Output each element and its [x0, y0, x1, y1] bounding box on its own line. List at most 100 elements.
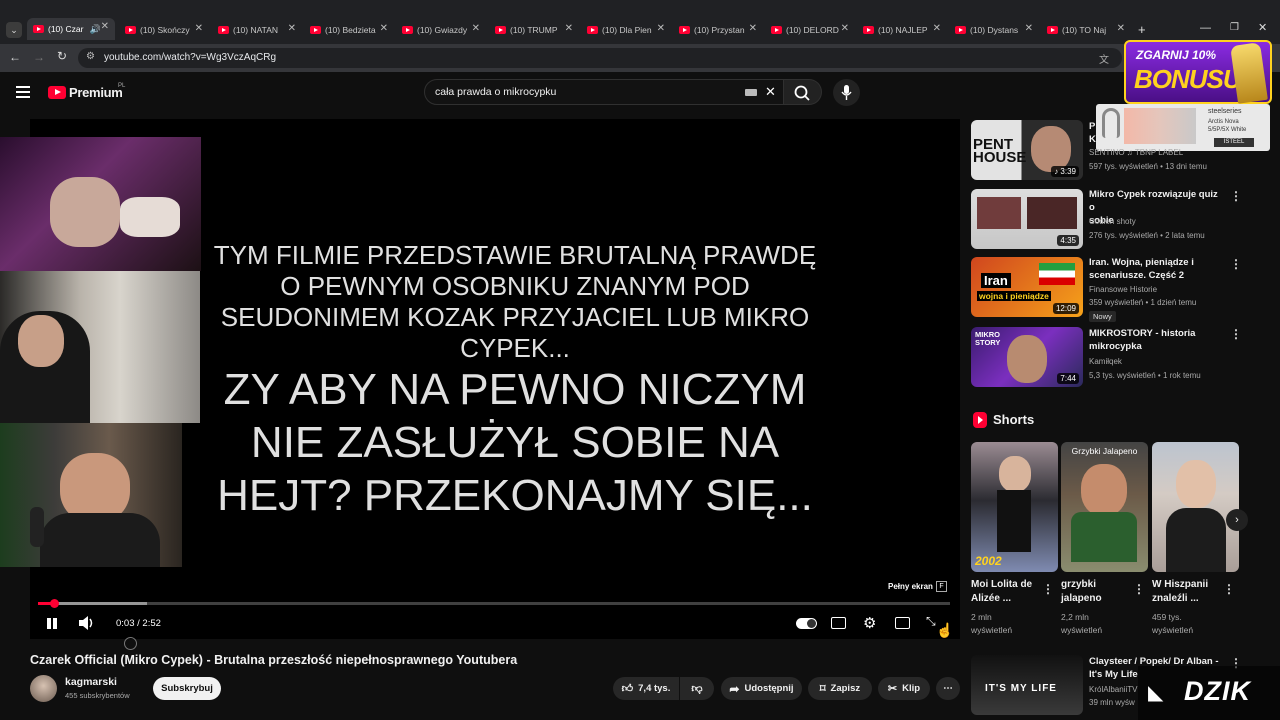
tab-close-icon[interactable]: ✕ — [288, 23, 296, 34]
tab[interactable]: (10) Dla Pien ✕ — [587, 20, 665, 40]
reload-icon[interactable]: ↻ — [57, 49, 67, 63]
channel-name[interactable]: Codien shoty — [1089, 217, 1136, 226]
video-thumbnail[interactable]: Iran wojna i pieniądze 12:09 — [971, 257, 1083, 317]
tab-close-icon[interactable]: ✕ — [841, 23, 849, 34]
search-icon — [794, 85, 810, 101]
like-button[interactable]: 👍︎ 7,4 tys. — [613, 677, 679, 700]
more-options-icon[interactable]: ⋮ — [1230, 327, 1242, 341]
share-icon: ➦ — [729, 681, 740, 696]
clear-search-icon[interactable]: ✕ — [765, 84, 776, 100]
short-title[interactable]: Moi Lolita de Alizée ... — [971, 578, 1032, 606]
pause-button[interactable] — [46, 617, 58, 630]
more-options-icon[interactable]: ⋮ — [1133, 582, 1145, 596]
tab[interactable]: (10) Przystan ✕ — [679, 20, 757, 40]
watermark-text: DZIK — [1184, 676, 1251, 706]
dislike-button[interactable]: 👎︎ — [680, 677, 714, 700]
person-icon — [999, 456, 1031, 492]
tab-close-icon[interactable]: ✕ — [195, 23, 203, 34]
tab[interactable]: (10) TO Naj ✕ — [1047, 20, 1125, 40]
volume-icon[interactable] — [78, 615, 96, 631]
tab[interactable]: (10) Dystans ✕ — [955, 20, 1033, 40]
tab[interactable]: (10) NAJLEP ✕ — [863, 20, 941, 40]
more-options-icon[interactable]: ⋮ — [1230, 257, 1242, 271]
voice-search-button[interactable] — [833, 79, 860, 106]
clip-button[interactable]: ✂ Klip — [878, 677, 930, 700]
video-title[interactable]: Iran. Wojna, pieniądze i scenariusze. Czę… — [1089, 256, 1221, 282]
video-title-truncated[interactable]: PK — [1089, 120, 1221, 146]
translate-icon[interactable]: 文 — [1099, 51, 1109, 66]
webcam-feed-1 — [0, 137, 201, 271]
tab-active[interactable]: (10) Czar 🔊 ✕ — [27, 18, 115, 40]
channel-name[interactable]: KrólAlbaniiTV — [1089, 685, 1137, 694]
subtitles-icon[interactable] — [831, 617, 846, 629]
more-actions-button[interactable]: ⋯ — [936, 677, 960, 700]
search-button[interactable] — [784, 79, 822, 105]
tab-close-icon[interactable]: ✕ — [657, 23, 665, 34]
keyboard-icon[interactable] — [745, 89, 757, 96]
channel-name[interactable]: Finansowe Historie — [1089, 285, 1157, 294]
tab[interactable]: (10) NATAN ✕ — [218, 20, 296, 40]
video-thumbnail[interactable]: 4:35 — [971, 189, 1083, 249]
new-tab-icon[interactable]: + — [1138, 22, 1146, 37]
tab[interactable]: (10) Gwiazdy ✕ — [402, 20, 480, 40]
save-button[interactable]: ⌑ Zapisz — [808, 677, 872, 700]
video-thumbnail[interactable]: MIKRO STORY 7:44 — [971, 327, 1083, 387]
video-thumbnail[interactable]: PENT HOUSE ♪ 3:39 — [971, 120, 1083, 180]
duration-badge: 7:44 — [1057, 373, 1079, 384]
streamer-figure-icon — [40, 513, 160, 567]
tab-close-icon[interactable]: ✕ — [472, 23, 480, 34]
tab-close-icon[interactable]: ✕ — [565, 23, 573, 34]
tab-close-icon[interactable]: ✕ — [749, 23, 757, 34]
tab-close-icon[interactable]: ✕ — [380, 23, 388, 34]
ad-line2: BONUSU — [1134, 64, 1242, 94]
short-title[interactable]: W Hiszpanii znaleźli ... — [1152, 578, 1208, 606]
more-options-icon[interactable]: ⋮ — [1042, 582, 1054, 596]
logo-text[interactable]: Premium — [69, 85, 123, 100]
tab[interactable]: (10) DELORD ✕ — [771, 20, 849, 40]
channel-name[interactable]: kagmarski — [65, 676, 117, 688]
settings-gear-icon[interactable]: ⚙ — [863, 614, 876, 632]
channel-avatar[interactable] — [30, 675, 57, 702]
more-options-icon[interactable]: ⋮ — [1230, 189, 1242, 203]
menu-icon[interactable] — [16, 86, 30, 98]
microphone-icon — [841, 85, 852, 100]
share-button[interactable]: ➦ Udostępnij — [721, 677, 802, 700]
youtube-logo-icon[interactable] — [48, 86, 66, 99]
tab-close-icon[interactable]: ✕ — [1025, 23, 1033, 34]
more-options-icon[interactable]: ⋮ — [1223, 582, 1235, 596]
short-thumbnail[interactable]: Grzybki Jalapeno — [1061, 442, 1148, 572]
short-thumbnail[interactable] — [1152, 442, 1239, 572]
shorts-next-button[interactable]: › — [1226, 509, 1248, 531]
exit-fullscreen-icon[interactable]: ⤡ — [926, 614, 936, 629]
restore-icon[interactable]: ❐ — [1230, 22, 1239, 33]
autoplay-toggle[interactable] — [796, 618, 817, 629]
subscribe-button[interactable]: Subskrybuj — [153, 677, 221, 700]
tab-close-icon[interactable]: ✕ — [1117, 23, 1125, 34]
scrubber-handle[interactable] — [49, 599, 59, 608]
bookmark-icon: ⌑ — [819, 683, 826, 695]
short-thumbnail[interactable]: 2002 — [971, 442, 1058, 572]
forward-icon[interactable]: → — [33, 50, 45, 64]
tab[interactable]: (10) Skończy ✕ — [125, 20, 203, 40]
tab-close-icon[interactable]: ✕ — [933, 23, 941, 34]
short-title[interactable]: grzybki jalapeno — [1061, 578, 1102, 606]
progress-track[interactable] — [38, 599, 950, 608]
channel-name[interactable]: Kamiłqek — [1089, 357, 1122, 366]
channel-name[interactable]: SENTINO ♫ TBNP LABEL — [1089, 148, 1183, 157]
shorts-icon — [973, 412, 987, 428]
video-thumbnail[interactable]: IT'S MY LIFE — [971, 655, 1083, 715]
clip-label: Klip — [902, 683, 921, 694]
tab[interactable]: (10) TRUMP ✕ — [495, 20, 573, 40]
back-icon[interactable]: ← — [9, 50, 21, 64]
site-info-icon[interactable]: ⚙ — [86, 51, 95, 62]
tab-close-icon[interactable]: ✕ — [101, 21, 109, 32]
miniplayer-icon[interactable] — [895, 617, 910, 629]
tab-list-button[interactable]: ⌄ — [6, 22, 22, 38]
video-title[interactable]: MIKROSTORY - historia mikrocypka — [1089, 327, 1221, 353]
search-input[interactable]: cała prawda o mikrocypku ✕ — [424, 79, 784, 105]
window-close-icon[interactable]: ✕ — [1258, 21, 1267, 34]
minimize-icon[interactable]: — — [1200, 22, 1211, 34]
url-text[interactable]: youtube.com/watch?v=Wg3VczAqCRg — [104, 52, 276, 63]
ad-banner[interactable]: ZGARNIJ 10% BONUSU — [1124, 40, 1272, 104]
tab[interactable]: (10) Bedzieta ✕ — [310, 20, 388, 40]
